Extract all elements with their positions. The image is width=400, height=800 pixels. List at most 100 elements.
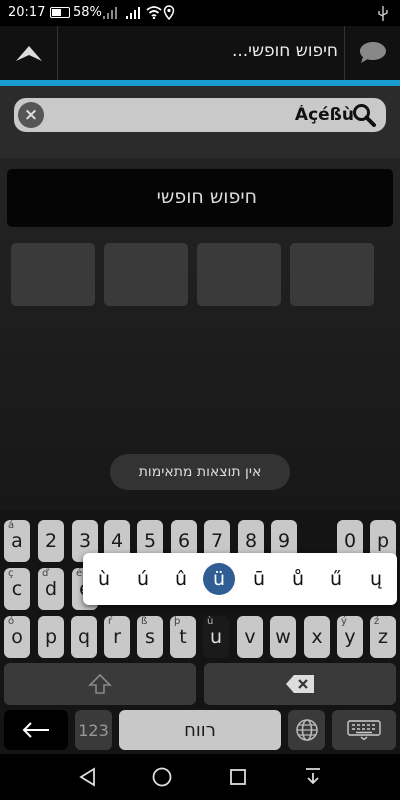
key-label: 2: [44, 530, 58, 552]
chat-bubble-icon: [359, 42, 386, 63]
enter-key[interactable]: [4, 710, 68, 750]
key-p[interactable]: p: [38, 616, 64, 658]
screen-title: חיפוש חופשי...: [231, 41, 338, 61]
back-button[interactable]: [74, 764, 100, 790]
search-icon[interactable]: [352, 103, 376, 127]
battery-percent: 58%: [73, 5, 102, 20]
navigation-bar: [0, 754, 400, 800]
result-tile[interactable]: [104, 243, 188, 306]
key-label: 3: [78, 530, 92, 552]
home-button[interactable]: [149, 764, 175, 790]
free-search-option[interactable]: חיפוש חופשי: [6, 168, 394, 228]
key-y[interactable]: ýy: [337, 616, 363, 658]
key-hint: ç: [8, 568, 14, 579]
key-d[interactable]: ďd: [38, 568, 64, 610]
key-u[interactable]: ùu: [203, 616, 229, 658]
key-label: 5: [143, 530, 157, 552]
battery-icon: [50, 7, 70, 18]
key-label: 4: [110, 530, 124, 552]
hide-keyboard-key[interactable]: [332, 710, 396, 750]
globe-icon: [295, 719, 318, 741]
left-arrow-icon: [22, 722, 49, 738]
key-2[interactable]: 2: [38, 520, 64, 562]
accent-option[interactable]: ű: [320, 563, 352, 595]
clear-icon[interactable]: ×: [18, 102, 44, 128]
key-label: v: [244, 626, 256, 648]
key-r[interactable]: ŕr: [104, 616, 130, 658]
signal-icon: [103, 7, 117, 19]
key-label: 9: [277, 530, 291, 552]
free-search-label: חיפוש חופשי: [156, 186, 257, 208]
globe-key[interactable]: [288, 710, 325, 750]
action-bar: חיפוש חופשי...: [0, 26, 400, 80]
key-label: o: [11, 626, 23, 648]
result-tile[interactable]: [11, 243, 95, 306]
key-label: x: [311, 626, 323, 648]
accent-option[interactable]: ū: [243, 563, 275, 595]
key-label: s: [145, 626, 155, 648]
key-a[interactable]: áa: [4, 520, 30, 562]
key-o[interactable]: óo: [4, 616, 30, 658]
space-key[interactable]: רווח: [119, 710, 281, 750]
accent-option[interactable]: û: [165, 563, 197, 595]
key-label: c: [11, 578, 23, 600]
search-row: ×: [0, 86, 400, 158]
key-q[interactable]: q: [71, 616, 97, 658]
key-label: d: [44, 578, 58, 600]
key-hint: á: [8, 520, 15, 531]
search-box[interactable]: ×: [14, 98, 386, 132]
accent-option[interactable]: ų: [360, 563, 392, 595]
key-hint: ù: [207, 616, 214, 627]
recents-button[interactable]: [225, 764, 251, 790]
result-tile[interactable]: [197, 243, 281, 306]
key-label: 7: [210, 530, 224, 552]
key-label: 8: [244, 530, 258, 552]
accent-option[interactable]: ù: [88, 563, 120, 595]
location-icon: [163, 5, 175, 20]
notification-pull-button[interactable]: [300, 764, 326, 790]
key-label: w: [275, 626, 291, 648]
key-w[interactable]: w: [270, 616, 296, 658]
numbers-key[interactable]: 123: [75, 710, 112, 750]
search-screen: × חיפוש חופשי אין תוצאות מתאימות: [0, 86, 400, 510]
accent-popup: ù ú û ü ū ů ű ų: [83, 553, 397, 605]
key-v[interactable]: v: [237, 616, 263, 658]
keyboard-icon: [347, 720, 381, 740]
key-hint: þ: [174, 616, 181, 627]
recents-square-icon: [230, 769, 246, 785]
key-hint: ŕ: [108, 616, 113, 627]
key-c[interactable]: çc: [4, 568, 30, 610]
key-label: a: [11, 530, 23, 552]
accent-option-selected[interactable]: ü: [203, 563, 235, 595]
shift-key[interactable]: [4, 663, 196, 705]
wifi-icon: [146, 6, 162, 19]
back-triangle-icon: [79, 767, 95, 787]
chat-button[interactable]: [344, 26, 400, 80]
up-button[interactable]: [0, 26, 58, 80]
battery-fill: [52, 9, 61, 16]
backspace-key[interactable]: [204, 663, 396, 705]
home-circle-icon: [152, 767, 172, 787]
accent-option[interactable]: ů: [282, 563, 314, 595]
usb-icon: [378, 6, 388, 21]
result-tile[interactable]: [290, 243, 374, 306]
key-hint: ó: [8, 616, 15, 627]
key-label: y: [344, 626, 356, 648]
up-arrow-icon: [15, 46, 42, 61]
key-s[interactable]: ßs: [137, 616, 163, 658]
search-input[interactable]: [54, 102, 354, 128]
key-t[interactable]: þt: [170, 616, 196, 658]
key-hint: ý: [341, 616, 347, 627]
key-label: r: [113, 626, 121, 648]
status-bar: 20:17 58%: [0, 0, 400, 26]
key-z[interactable]: źz: [370, 616, 396, 658]
key-x[interactable]: x: [304, 616, 330, 658]
key-label: z: [378, 626, 388, 648]
key-label: u: [209, 626, 223, 648]
signal-icon: [126, 7, 140, 19]
status-time: 20:17: [8, 5, 46, 20]
accent-option[interactable]: ú: [127, 563, 159, 595]
key-hint: ź: [374, 616, 380, 627]
backspace-icon: [286, 675, 314, 693]
key-label: t: [179, 626, 187, 648]
